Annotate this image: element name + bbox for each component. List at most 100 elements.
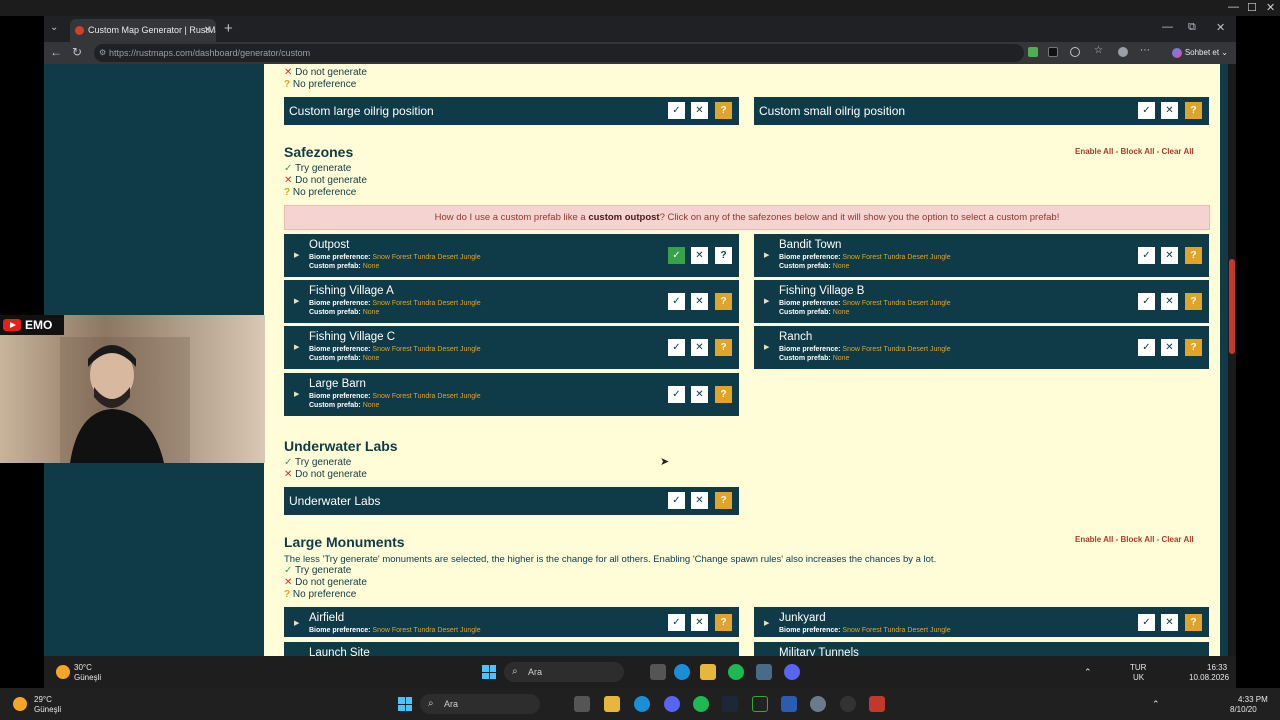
minimize-icon[interactable]: — [1228,1,1239,13]
try-generate-button[interactable]: ✓ [668,293,685,310]
safezone-card-fishing-village-b[interactable]: ▶ Fishing Village B Biome preference: Sn… [754,280,1209,323]
browser-minimize-icon[interactable]: — [1162,21,1173,33]
try-generate-button[interactable]: ✓ [1138,339,1155,356]
try-generate-button[interactable]: ✓ [668,102,685,119]
monument-card-military-tunnels[interactable]: Military Tunnels [754,642,1209,656]
favorites-icon[interactable]: ☆ [1094,45,1104,56]
no-preference-button[interactable]: ? [1185,293,1202,310]
browser-close-icon[interactable]: ✕ [1216,21,1225,34]
avatar[interactable] [1118,47,1128,57]
settings-icon[interactable] [810,696,826,712]
tray-chevron-icon[interactable]: ⌃ [1152,699,1160,709]
do-not-generate-button[interactable]: ✕ [691,386,708,403]
expand-arrow-icon[interactable]: ▶ [764,251,769,259]
do-not-generate-button[interactable]: ✕ [1161,102,1178,119]
task-view-icon[interactable] [650,664,666,680]
more-menu-icon[interactable]: ⋯ [1140,45,1150,56]
clock-time[interactable]: 16:33 [1207,663,1227,673]
language-layout[interactable]: UK [1133,673,1144,683]
tab-active[interactable]: Custom Map Generator | RustMaps ✕ [70,19,216,42]
app-icon[interactable] [752,696,768,712]
do-not-generate-button[interactable]: ✕ [691,293,708,310]
do-not-generate-button[interactable]: ✕ [691,614,708,631]
reload-icon[interactable]: ↻ [72,45,82,59]
try-generate-button[interactable]: ✓ [668,492,685,509]
tab-search-icon[interactable]: ⌄ [50,22,58,33]
expand-arrow-icon[interactable]: ▶ [294,297,299,305]
monument-card-launch-site[interactable]: Launch Site [284,642,739,656]
scrollbar-thumb[interactable] [1229,259,1235,354]
expand-arrow-icon[interactable]: ▶ [294,343,299,351]
maximize-icon[interactable]: ☐ [1247,1,1257,14]
windows-start-icon[interactable] [482,665,496,679]
monument-card-airfield[interactable]: ▶ Airfield Biome preference: Snow Forest… [284,607,739,637]
app-icon[interactable] [781,696,797,712]
safezone-card-outpost[interactable]: ▶ Outpost Biome preference: Snow Forest … [284,234,739,277]
safezone-card-fishing-village-a[interactable]: ▶ Fishing Village A Biome preference: Sn… [284,280,739,323]
bulk-actions-safezones[interactable]: Enable All - Block All - Clear All [1075,147,1194,156]
try-generate-button[interactable]: ✓ [668,247,685,264]
new-tab-icon[interactable]: + [224,20,233,37]
safezone-card-large-barn[interactable]: ▶ Large Barn Biome preference: Snow Fore… [284,373,739,416]
close-icon[interactable]: ✕ [1266,1,1275,14]
browser-restore-icon[interactable]: ⧉ [1188,21,1196,34]
no-preference-button[interactable]: ? [1185,247,1202,264]
clock-date[interactable]: 10.08.2026 [1189,673,1229,683]
rust-icon[interactable] [869,696,885,712]
spotify-icon[interactable] [728,664,744,680]
edge-icon[interactable] [674,664,690,680]
clock-time[interactable]: 4:33 PM [1238,695,1268,705]
page-scrollbar[interactable] [1228,64,1236,656]
try-generate-button[interactable]: ✓ [668,339,685,356]
safezone-card-fishing-village-c[interactable]: ▶ Fishing Village C Biome preference: Sn… [284,326,739,369]
do-not-generate-button[interactable]: ✕ [1161,614,1178,631]
expand-arrow-icon[interactable]: ▶ [764,343,769,351]
file-explorer-icon[interactable] [700,664,716,680]
extension-icon[interactable] [1028,47,1038,57]
do-not-generate-button[interactable]: ✕ [1161,339,1178,356]
clock-date[interactable]: 8/10/20 [1230,705,1257,715]
extensions-puzzle-icon[interactable] [1070,47,1080,57]
language-code[interactable]: TUR [1130,663,1146,673]
site-info-icon[interactable]: ⚙ [99,44,106,62]
task-view-icon[interactable] [574,696,590,712]
file-explorer-icon[interactable] [604,696,620,712]
expand-arrow-icon[interactable]: ▶ [294,251,299,259]
no-preference-button[interactable]: ? [715,339,732,356]
steam-icon[interactable] [722,696,738,712]
no-preference-button[interactable]: ? [1185,614,1202,631]
expand-arrow-icon[interactable]: ▶ [294,619,299,627]
try-generate-button[interactable]: ✓ [1138,614,1155,631]
expand-arrow-icon[interactable]: ▶ [764,619,769,627]
bulk-actions-monuments[interactable]: Enable All - Block All - Clear All [1075,535,1194,544]
oilrig-small-card[interactable]: Custom small oilrig position ✓ ✕ ? [754,97,1209,125]
oilrig-large-card[interactable]: Custom large oilrig position ✓ ✕ ? [284,97,739,125]
discord-icon[interactable] [664,696,680,712]
expand-arrow-icon[interactable]: ▶ [764,297,769,305]
do-not-generate-button[interactable]: ✕ [691,102,708,119]
no-preference-button[interactable]: ? [715,492,732,509]
extension-icon[interactable] [1048,47,1058,57]
discord-icon[interactable] [784,664,800,680]
no-preference-button[interactable]: ? [715,102,732,119]
expand-arrow-icon[interactable]: ▶ [294,390,299,398]
taskbar-search[interactable]: ⌕ Ara [504,662,624,682]
safezone-card-bandit-town[interactable]: ▶ Bandit Town Biome preference: Snow For… [754,234,1209,277]
safezone-card-ranch[interactable]: ▶ Ranch Biome preference: Snow Forest Tu… [754,326,1209,369]
do-not-generate-button[interactable]: ✕ [691,247,708,264]
try-generate-button[interactable]: ✓ [1138,293,1155,310]
close-tab-icon[interactable]: ✕ [204,19,212,42]
taskbar-search[interactable]: ⌕ Ara [420,694,540,714]
do-not-generate-button[interactable]: ✕ [691,492,708,509]
try-generate-button[interactable]: ✓ [1138,102,1155,119]
do-not-generate-button[interactable]: ✕ [691,339,708,356]
app-icon[interactable] [756,664,772,680]
copilot-button[interactable]: Sohbet et ⌄ [1171,45,1228,61]
try-generate-button[interactable]: ✓ [1138,247,1155,264]
no-preference-button[interactable]: ? [715,293,732,310]
spotify-icon[interactable] [693,696,709,712]
underwater-labs-card[interactable]: Underwater Labs ✓ ✕ ? [284,487,739,515]
do-not-generate-button[interactable]: ✕ [1161,293,1178,310]
tray-chevron-icon[interactable]: ⌃ [1084,667,1092,677]
no-preference-button[interactable]: ? [715,386,732,403]
